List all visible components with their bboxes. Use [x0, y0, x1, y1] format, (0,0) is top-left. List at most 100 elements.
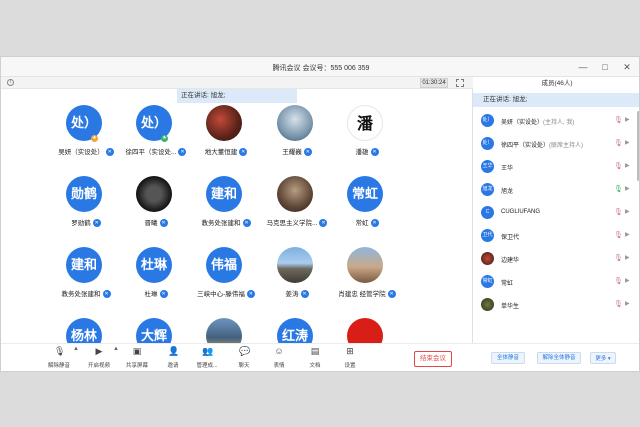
member-row[interactable]: 卫代 保卫代 🎙 ▶ — [473, 224, 639, 246]
member-avatar — [481, 252, 494, 265]
member-name-text: 边建华 — [501, 258, 520, 264]
member-avatar — [481, 298, 494, 311]
mic-active-icon[interactable]: 🎙 — [614, 185, 623, 193]
camera-off-icon[interactable]: ▶ — [625, 162, 630, 169]
member-row[interactable]: C CUGLIUFANG 🎙 ▶ — [473, 201, 639, 223]
camera-off-icon[interactable]: ▶ — [625, 116, 630, 123]
more-options-button[interactable]: 更多 ▾ — [590, 352, 616, 364]
participant-name: 三峡中心-滕伟福 — [197, 291, 245, 298]
unmute-button[interactable]: 🎙 解除静音 — [45, 346, 73, 371]
mic-muted-icon[interactable]: 🎙 — [614, 277, 623, 285]
mic-muted-icon: ✕ — [242, 219, 251, 228]
emoji-icon: ☺ — [274, 346, 284, 356]
participant-name: 潘雄 — [355, 149, 369, 156]
member-row[interactable]: 处） 徐四平（实设处）(联席主持人) 🎙 ▶ — [473, 132, 639, 154]
participant-name: 罗勋鹤 — [71, 220, 91, 227]
member-avatar: 处） — [481, 114, 494, 127]
participant-avatar: 常虹 — [347, 176, 383, 212]
member-name: 徐四平（实设处）(联席主持人) — [501, 140, 583, 149]
member-name-text: 保卫代 — [501, 235, 520, 241]
camera-off-icon[interactable]: ▶ — [625, 300, 630, 307]
camera-off-icon[interactable]: ▶ — [625, 208, 630, 215]
participant-avatar — [277, 105, 313, 141]
member-row[interactable]: 常虹 常虹 🎙 ▶ — [473, 270, 639, 292]
close-icon[interactable]: ✕ — [621, 61, 633, 73]
mic-muted-icon: ✕ — [159, 290, 168, 299]
member-name: CUGLIUFANG — [501, 209, 540, 215]
fullscreen-icon[interactable] — [456, 79, 464, 87]
start-video-button[interactable]: ▶ 开启视频 — [85, 346, 113, 371]
mic-muted-icon: ✕ — [159, 219, 168, 228]
video-options-chevron-icon[interactable]: ▲ — [113, 346, 119, 352]
member-row[interactable]: 单华生 🎙 ▶ — [473, 293, 639, 315]
member-role: (主持人, 我) — [543, 120, 575, 126]
participant-name: 吴妍（实设处） — [58, 149, 104, 156]
member-row[interactable]: 王华 王华 🎙 ▶ — [473, 155, 639, 177]
participant-tile[interactable]: 肖建忠 经管学院 ✕ — [322, 247, 412, 307]
share-screen-icon: ▣ — [132, 346, 142, 356]
member-name-text: 徐四平（实设处） — [501, 143, 550, 149]
camera-off-icon[interactable]: ▶ — [625, 277, 630, 284]
participant-avatar — [347, 247, 383, 283]
member-name: 保卫代 — [501, 232, 519, 241]
camera-off-icon[interactable]: ▶ — [625, 254, 630, 261]
member-name-text: 吴妍（实设处） — [501, 120, 544, 126]
invite-button[interactable]: 👤 邀请 — [159, 346, 187, 371]
info-icon[interactable]: i — [7, 79, 14, 86]
cohost-badge-icon: ★ — [161, 135, 168, 142]
camera-off-icon[interactable]: ▶ — [625, 139, 630, 146]
host-badge-icon: ★ — [91, 135, 98, 142]
document-icon: ▤ — [310, 346, 320, 356]
participant-tile[interactable]: 潘潘雄 ✕ — [322, 105, 412, 165]
end-meeting-button[interactable]: 结束会议 — [414, 351, 452, 367]
maximize-icon[interactable]: □ — [599, 61, 611, 73]
participant-avatar: 伟福 — [206, 247, 242, 283]
member-row[interactable]: 旭龙 旭龙 🎙 ▶ — [473, 178, 639, 200]
participant-name: 教务处张建和 — [61, 291, 101, 298]
share-screen-button[interactable]: ▣ 共享屏幕 — [123, 346, 151, 371]
camera-off-icon: ▶ — [95, 346, 103, 356]
documents-button[interactable]: ▤ 文档 — [301, 346, 329, 371]
settings-button[interactable]: ⊞ 设置 — [336, 346, 364, 371]
mic-muted-icon[interactable]: 🎙 — [614, 254, 623, 262]
participant-tile[interactable]: 常虹 常虹 ✕ — [322, 176, 412, 236]
mic-muted-icon[interactable]: 🎙 — [614, 162, 623, 170]
mic-muted-icon: ✕ — [92, 219, 101, 228]
camera-off-icon[interactable]: ▶ — [625, 231, 630, 238]
mic-muted-icon[interactable]: 🎙 — [614, 231, 623, 239]
window-title: 腾讯会议 会议号：555 006 359 — [272, 65, 370, 72]
members-panel: 成员(46人) 正在讲话: 旭龙; 处） 吴妍（实设处）(主持人, 我) 🎙 ▶ 处）徐… — [473, 77, 639, 371]
participant-label: 肖建忠 经管学院 ✕ — [322, 288, 412, 299]
participant-name: 教务处张建和 — [201, 220, 241, 227]
mic-muted-icon: ✕ — [303, 148, 312, 157]
participant-name: 常虹 — [355, 220, 369, 227]
minimize-icon[interactable]: — — [577, 61, 589, 73]
meeting-timer: 01:30:24 — [420, 78, 448, 88]
participant-avatar — [277, 176, 313, 212]
title-bar: 腾讯会议 会议号：555 006 359 — □ ✕ — [1, 57, 639, 77]
camera-off-icon[interactable]: ▶ — [625, 185, 630, 192]
mic-muted-icon[interactable]: 🎙 — [614, 208, 623, 216]
mic-muted-icon[interactable]: 🎙 — [614, 300, 623, 308]
manage-members-button[interactable]: 👥 管理成... — [193, 346, 221, 371]
chat-button[interactable]: 💬 聊天 — [230, 346, 258, 371]
mute-all-button[interactable]: 全体静音 — [491, 352, 525, 364]
member-name: 常虹 — [501, 278, 513, 287]
reactions-button[interactable]: ☺ 表情 — [265, 346, 293, 371]
mic-muted-icon[interactable]: 🎙 — [614, 139, 623, 147]
mic-options-chevron-icon[interactable]: ▲ — [73, 346, 79, 352]
member-row[interactable]: 边建华 🎙 ▶ — [473, 247, 639, 269]
mic-muted-icon[interactable]: 🎙 — [614, 116, 623, 124]
video-area: i 01:30:24 正在讲话: 旭龙; 处） ★ 吴妍（实设处） ✕ 处） ★ 徐四平（实… — [1, 77, 473, 371]
invite-label: 邀请 — [167, 363, 179, 369]
chat-icon: 💬 — [239, 346, 251, 356]
chat-label: 聊天 — [238, 363, 250, 369]
meeting-info-bar: i 01:30:24 — [1, 77, 473, 89]
member-avatar: 旭龙 — [481, 183, 494, 196]
participant-name: 肖建忠 经管学院 — [338, 291, 386, 298]
unmute-all-button[interactable]: 解除全体静音 — [537, 352, 581, 364]
member-row[interactable]: 处） 吴妍（实设处）(主持人, 我) 🎙 ▶ — [473, 109, 639, 131]
member-name: 单华生 — [501, 301, 519, 310]
mic-muted-icon: ✕ — [370, 148, 379, 157]
participant-name: 马克思主义学院... — [266, 220, 318, 227]
